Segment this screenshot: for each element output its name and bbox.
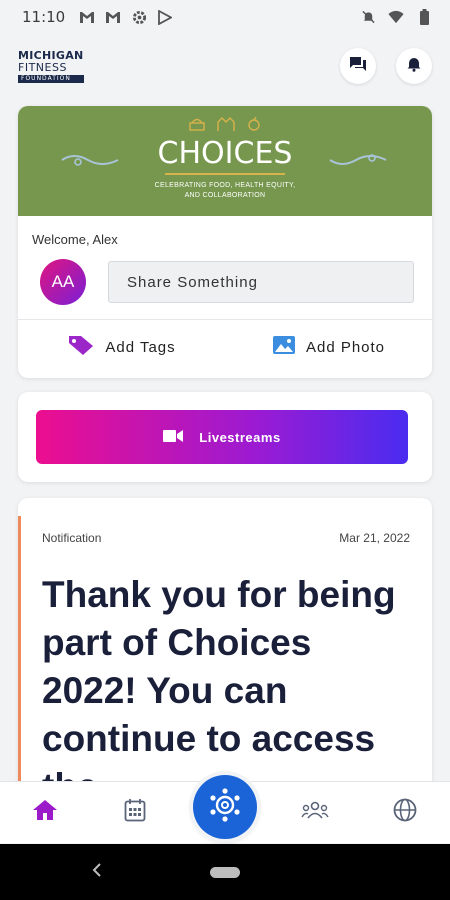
notifications-button[interactable] xyxy=(396,48,432,84)
right-swirl-icon xyxy=(329,154,387,165)
welcome-text: Welcome, Alex xyxy=(32,232,118,247)
settings-icon xyxy=(131,9,147,25)
chat-icon xyxy=(349,55,367,78)
notification-type: Notification xyxy=(42,531,102,545)
basket-icon xyxy=(189,118,205,131)
notification-date: Mar 21, 2022 xyxy=(339,531,410,545)
app-header: MICHIGAN FITNESS FOUNDATION xyxy=(0,34,450,98)
livestreams-card: Livestreams xyxy=(18,392,432,482)
banner-subtitle-line1: CELEBRATING FOOD, HEALTH EQUITY, xyxy=(154,182,296,190)
choices-banner: CHOICES CELEBRATING FOOD, HEALTH EQUITY,… xyxy=(18,106,432,216)
notifications-off-icon xyxy=(360,9,376,25)
photo-icon xyxy=(272,335,296,359)
add-photo-button[interactable]: Add Photo xyxy=(225,335,432,359)
compose-card: CHOICES CELEBRATING FOOD, HEALTH EQUITY,… xyxy=(18,106,432,378)
nav-calendar[interactable] xyxy=(90,782,180,843)
system-back-button[interactable] xyxy=(92,844,102,900)
logo-line2: FITNESS xyxy=(18,60,67,74)
hub-icon xyxy=(207,787,243,828)
banner-icons xyxy=(18,116,432,132)
nav-home[interactable] xyxy=(0,782,90,843)
groups-icon xyxy=(301,800,329,825)
banner-subtitle: CELEBRATING FOOD, HEALTH EQUITY, AND COL… xyxy=(155,181,296,200)
gmail-icon xyxy=(79,9,95,25)
wifi-icon xyxy=(388,9,404,25)
system-home-pill[interactable] xyxy=(210,866,240,878)
battery-icon xyxy=(416,9,432,25)
notification-accent-bar xyxy=(18,516,21,798)
status-bar: 11:10 xyxy=(0,0,450,34)
bell-icon xyxy=(407,56,421,77)
logo-line3: FOUNDATION xyxy=(18,74,84,83)
add-tags-button[interactable]: Add Tags xyxy=(18,334,225,360)
add-tags-label: Add Tags xyxy=(105,338,176,356)
tag-icon xyxy=(67,334,95,360)
system-navigation-bar xyxy=(0,844,450,900)
banner-rule xyxy=(165,173,285,176)
michigan-fitness-foundation-logo: MICHIGAN FITNESS FOUNDATION xyxy=(18,50,84,83)
nav-groups[interactable] xyxy=(270,782,360,843)
livestreams-label: Livestreams xyxy=(199,429,281,445)
play-store-icon xyxy=(157,9,173,25)
chat-button[interactable] xyxy=(340,48,376,84)
video-camera-icon xyxy=(163,429,184,446)
left-swirl-icon xyxy=(61,155,119,166)
hub-fab-button[interactable] xyxy=(193,775,257,839)
logo-line1: MICHIGAN xyxy=(18,48,84,62)
nav-globe[interactable] xyxy=(360,782,450,843)
banner-subtitle-line2: AND COLLABORATION xyxy=(184,191,266,199)
add-photo-label: Add Photo xyxy=(305,338,386,356)
globe-icon xyxy=(393,798,417,827)
status-time: 11:10 xyxy=(22,8,66,26)
notification-message: Thank you for being part of Choices 2022… xyxy=(42,574,396,798)
back-chevron-icon xyxy=(92,862,102,882)
notification-card[interactable]: Notification Mar 21, 2022 Thank you for … xyxy=(18,498,432,798)
share-something-input[interactable]: Share Something xyxy=(108,261,414,303)
livestreams-button[interactable]: Livestreams xyxy=(36,410,408,464)
calendar-icon xyxy=(124,798,146,827)
apple-icon xyxy=(248,116,260,131)
avatar[interactable]: AA xyxy=(40,259,86,305)
people-icon xyxy=(217,117,235,131)
gmail-icon xyxy=(105,9,121,25)
banner-title: CHOICES xyxy=(157,136,293,172)
home-icon xyxy=(32,799,58,826)
